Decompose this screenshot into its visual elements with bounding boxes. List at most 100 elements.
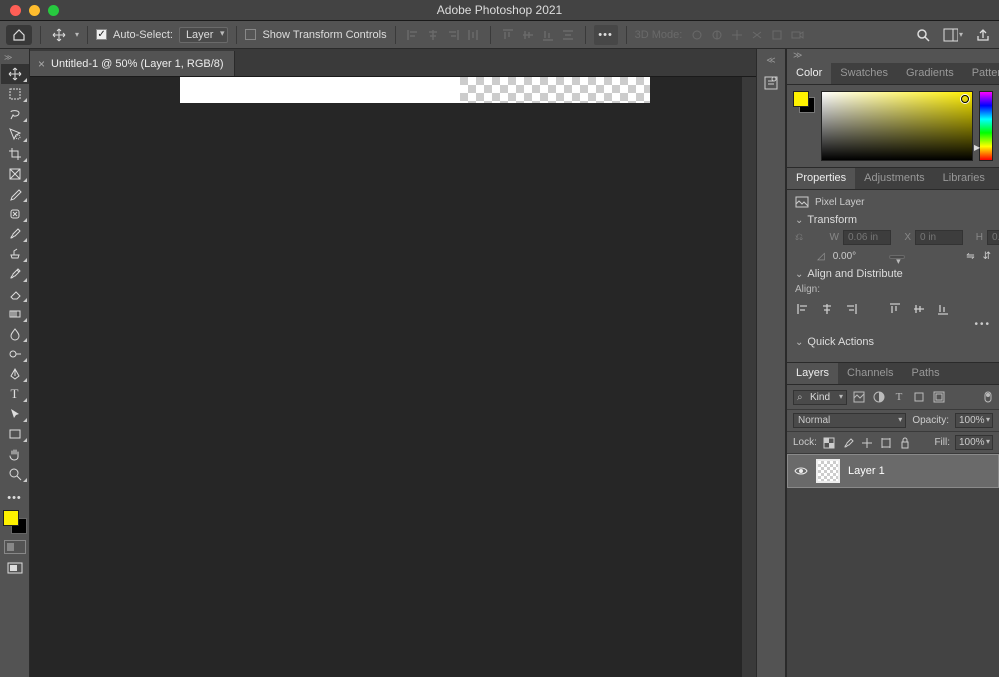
home-button[interactable] bbox=[6, 25, 32, 45]
show-transform-checkbox[interactable] bbox=[245, 29, 256, 40]
auto-select-checkbox[interactable]: ✓ bbox=[96, 29, 107, 40]
align-bottom-icon[interactable] bbox=[539, 25, 557, 45]
flip-horizontal-icon[interactable]: ⇋ bbox=[966, 251, 974, 262]
close-window-icon[interactable] bbox=[10, 5, 21, 16]
fg-swatch-icon[interactable] bbox=[793, 91, 809, 107]
eyedropper-tool[interactable] bbox=[1, 184, 29, 204]
search-icon[interactable] bbox=[913, 25, 933, 45]
transform-section-header[interactable]: Transform bbox=[795, 214, 991, 226]
brush-tool[interactable] bbox=[1, 224, 29, 244]
hue-pointer-icon[interactable]: ▶ bbox=[974, 143, 980, 152]
lock-image-icon[interactable] bbox=[841, 436, 855, 450]
filter-pixel-icon[interactable] bbox=[851, 389, 867, 405]
blend-mode-dropdown[interactable]: Normal bbox=[793, 413, 906, 428]
tab-libraries[interactable]: Libraries bbox=[934, 168, 994, 189]
layer-name-label[interactable]: Layer 1 bbox=[848, 465, 885, 477]
history-brush-tool[interactable] bbox=[1, 264, 29, 284]
path-select-tool[interactable] bbox=[1, 404, 29, 424]
foreground-color-swatch[interactable] bbox=[3, 510, 19, 526]
canvas-viewport[interactable] bbox=[30, 77, 756, 677]
layer-row[interactable]: Layer 1 bbox=[787, 454, 999, 488]
lasso-tool[interactable] bbox=[1, 104, 29, 124]
tab-channels[interactable]: Channels bbox=[838, 363, 902, 384]
align-vcenter-icon[interactable] bbox=[519, 25, 537, 45]
frame-tool[interactable] bbox=[1, 164, 29, 184]
color-panel-swatches[interactable] bbox=[793, 91, 815, 113]
angle-unit-dropdown[interactable] bbox=[889, 255, 905, 259]
document-tab[interactable]: × Untitled-1 @ 50% (Layer 1, RGB/8) bbox=[30, 51, 235, 76]
color-swatches[interactable] bbox=[3, 510, 27, 534]
chevron-down-icon[interactable]: ▾ bbox=[75, 30, 79, 39]
tab-layers[interactable]: Layers bbox=[787, 363, 838, 384]
align-left-icon[interactable] bbox=[404, 25, 422, 45]
angle-field[interactable]: 0.00° bbox=[833, 251, 881, 262]
more-options-icon[interactable]: ••• bbox=[594, 25, 618, 45]
move-tool[interactable] bbox=[1, 64, 29, 84]
clone-stamp-tool[interactable] bbox=[1, 244, 29, 264]
tab-adjustments[interactable]: Adjustments bbox=[855, 168, 934, 189]
minimize-window-icon[interactable] bbox=[29, 5, 40, 16]
close-tab-icon[interactable]: × bbox=[38, 57, 45, 71]
tab-swatches[interactable]: Swatches bbox=[831, 63, 897, 84]
filter-adjust-icon[interactable] bbox=[871, 389, 887, 405]
rectangle-tool[interactable] bbox=[1, 424, 29, 444]
layer-thumbnail[interactable] bbox=[816, 459, 840, 483]
quick-mask-toggle[interactable] bbox=[4, 540, 26, 554]
edit-toolbar-icon[interactable]: ••• bbox=[1, 492, 29, 504]
lock-all-icon[interactable] bbox=[898, 436, 912, 450]
distribute-v-icon[interactable] bbox=[559, 25, 577, 45]
move-tool-icon[interactable] bbox=[49, 25, 69, 45]
lock-position-icon[interactable] bbox=[860, 436, 874, 450]
zoom-tool[interactable] bbox=[1, 464, 29, 484]
color-field[interactable] bbox=[821, 91, 973, 161]
eraser-tool[interactable] bbox=[1, 284, 29, 304]
visibility-toggle-icon[interactable] bbox=[794, 466, 808, 476]
distribute-h-icon[interactable] bbox=[464, 25, 482, 45]
lock-transparent-icon[interactable] bbox=[822, 436, 836, 450]
align-right-icon[interactable] bbox=[444, 25, 462, 45]
align-vcenters-icon[interactable] bbox=[911, 301, 927, 317]
layer-filter-kind-dropdown[interactable]: Kind bbox=[793, 390, 847, 405]
hand-tool[interactable] bbox=[1, 444, 29, 464]
link-wh-icon[interactable]: ⎌ bbox=[795, 232, 803, 243]
tab-properties[interactable]: Properties bbox=[787, 168, 855, 189]
align-left-edges-icon[interactable] bbox=[795, 301, 811, 317]
tab-patterns[interactable]: Patterns bbox=[963, 63, 999, 84]
height-field[interactable]: 0.06 in bbox=[987, 230, 999, 245]
type-tool[interactable]: T bbox=[1, 384, 29, 404]
gradient-tool[interactable] bbox=[1, 304, 29, 324]
collapse-toolbar-icon[interactable]: ≫ bbox=[0, 51, 16, 64]
filter-type-icon[interactable]: T bbox=[891, 389, 907, 405]
width-field[interactable]: 0.06 in bbox=[843, 230, 891, 245]
pen-tool[interactable] bbox=[1, 364, 29, 384]
crop-tool[interactable] bbox=[1, 144, 29, 164]
x-field[interactable]: 0 in bbox=[915, 230, 963, 245]
quick-select-tool[interactable] bbox=[1, 124, 29, 144]
quick-actions-header[interactable]: Quick Actions bbox=[795, 336, 991, 348]
expand-panel-icon[interactable]: ≪ bbox=[766, 55, 775, 66]
share-icon[interactable] bbox=[973, 25, 993, 45]
tab-gradients[interactable]: Gradients bbox=[897, 63, 963, 84]
canvas[interactable] bbox=[180, 77, 650, 103]
align-hcenter-icon[interactable] bbox=[424, 25, 442, 45]
align-bottom-edges-icon[interactable] bbox=[935, 301, 951, 317]
filter-smart-icon[interactable] bbox=[931, 389, 947, 405]
screen-mode-toggle[interactable] bbox=[1, 558, 29, 578]
workspace-switcher-icon[interactable]: ▾ bbox=[943, 25, 963, 45]
maximize-window-icon[interactable] bbox=[48, 5, 59, 16]
vertical-scrollbar[interactable] bbox=[742, 77, 756, 677]
dodge-tool[interactable] bbox=[1, 344, 29, 364]
align-section-header[interactable]: Align and Distribute bbox=[795, 268, 991, 280]
history-panel-icon[interactable] bbox=[760, 72, 782, 94]
align-hcenters-icon[interactable] bbox=[819, 301, 835, 317]
filter-shape-icon[interactable] bbox=[911, 389, 927, 405]
lock-artboard-icon[interactable] bbox=[879, 436, 893, 450]
flip-vertical-icon[interactable]: ⇵ bbox=[983, 251, 991, 262]
filter-toggle-icon[interactable] bbox=[983, 389, 993, 405]
more-align-icon[interactable]: ••• bbox=[795, 319, 991, 330]
tab-color[interactable]: Color bbox=[787, 63, 831, 84]
healing-brush-tool[interactable] bbox=[1, 204, 29, 224]
opacity-field[interactable]: 100% bbox=[955, 413, 993, 428]
align-right-edges-icon[interactable] bbox=[843, 301, 859, 317]
collapse-panels-icon[interactable]: ≫ bbox=[787, 49, 999, 63]
